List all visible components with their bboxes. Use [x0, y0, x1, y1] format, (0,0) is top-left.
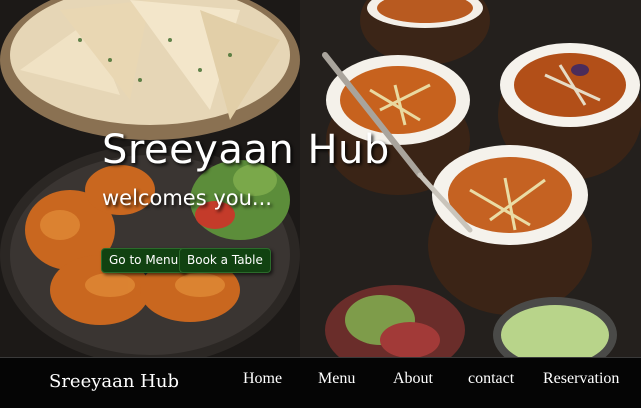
hero-section: Sreeyaan Hub welcomes you... Go to Menu …: [0, 0, 641, 357]
nav-link-reservation[interactable]: Reservation: [543, 370, 619, 388]
go-to-menu-button[interactable]: Go to Menu: [101, 248, 187, 273]
nav-link-menu[interactable]: Menu: [318, 370, 355, 388]
nav-link-contact[interactable]: contact: [468, 370, 514, 388]
nav-brand[interactable]: Sreeyaan Hub: [49, 371, 179, 392]
hero-food-image: [0, 0, 641, 357]
hero-title: Sreeyaan Hub: [102, 127, 390, 173]
navbar: Sreeyaan Hub Home Menu About contact Res…: [0, 357, 641, 408]
book-table-button[interactable]: Book a Table: [179, 248, 271, 273]
nav-link-home[interactable]: Home: [243, 370, 282, 388]
nav-link-about[interactable]: About: [393, 370, 433, 388]
hero-subtitle: welcomes you...: [102, 186, 272, 210]
